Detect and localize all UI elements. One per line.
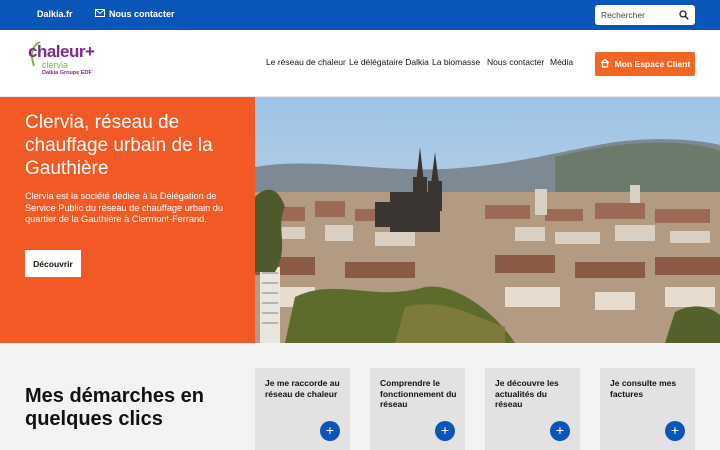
plus-icon[interactable]: + bbox=[665, 421, 685, 441]
logo-sub: clervia bbox=[42, 60, 69, 70]
hero-panel: Clervia, réseau de chauffage urbain de l… bbox=[0, 97, 255, 343]
hero-title: Clervia, réseau de chauffage urbain de l… bbox=[25, 112, 213, 179]
plus-icon[interactable]: + bbox=[320, 421, 340, 441]
card-actualites[interactable]: Je découvre les actualités du réseau + bbox=[485, 368, 580, 450]
logo-group: Dalkia Groupe EDF bbox=[42, 70, 92, 76]
plus-icon[interactable]: + bbox=[550, 421, 570, 441]
main-header: chaleur+ clervia Dalkia Groupe EDF Le ré… bbox=[0, 30, 720, 97]
plus-icon[interactable]: + bbox=[435, 421, 455, 441]
card-raccordement-label: Je me raccorde au réseau de chaleur bbox=[265, 378, 340, 399]
card-actualites-label: Je découvre les actualités du réseau bbox=[495, 378, 559, 409]
nav-item-media[interactable]: Média bbox=[550, 57, 573, 67]
hero-city-image bbox=[255, 97, 720, 343]
top-bar: Dalkia.fr Nous contacter bbox=[0, 0, 720, 30]
search-icon[interactable] bbox=[679, 10, 689, 21]
nav-item-biomasse[interactable]: La biomasse bbox=[432, 57, 480, 67]
card-fonctionnement-label: Comprendre le fonctionnement du réseau bbox=[380, 378, 457, 409]
decouvrir-button[interactable]: Découvrir bbox=[25, 250, 81, 277]
home-icon bbox=[600, 58, 610, 70]
card-factures-label: Je consulte mes factures bbox=[610, 378, 677, 399]
chaleur-plus-logo[interactable]: chaleur+ clervia Dalkia Groupe EDF bbox=[28, 41, 108, 86]
nav-item-contact[interactable]: Nous contacter bbox=[487, 57, 544, 67]
logo-brand: chaleur+ bbox=[28, 42, 95, 61]
search-box bbox=[595, 5, 695, 25]
nav-item-reseau[interactable]: Le réseau de chaleur bbox=[266, 57, 346, 67]
espace-client-label: Mon Espace Client bbox=[614, 59, 691, 69]
contact-link-label: Nous contacter bbox=[109, 9, 175, 19]
nav-item-delegataire[interactable]: Le délégataire Dalkia bbox=[349, 57, 429, 67]
espace-client-button[interactable]: Mon Espace Client bbox=[595, 52, 695, 76]
mail-icon bbox=[95, 9, 105, 19]
dalkia-site-link[interactable]: Dalkia.fr bbox=[37, 9, 73, 19]
contact-link[interactable]: Nous contacter bbox=[95, 9, 175, 19]
card-factures[interactable]: Je consulte mes factures + bbox=[600, 368, 695, 450]
demarches-section: Mes démarches en quelques clics Je me ra… bbox=[0, 343, 720, 450]
search-input[interactable] bbox=[601, 10, 679, 20]
hero-description: Clervia est la société dédiée à la Délég… bbox=[25, 191, 224, 224]
card-fonctionnement[interactable]: Comprendre le fonctionnement du réseau + bbox=[370, 368, 465, 450]
clermont-ferrand-cityscape bbox=[255, 97, 720, 343]
card-raccordement[interactable]: Je me raccorde au réseau de chaleur + bbox=[255, 368, 350, 450]
demarches-title: Mes démarches en quelques clics bbox=[25, 385, 204, 430]
